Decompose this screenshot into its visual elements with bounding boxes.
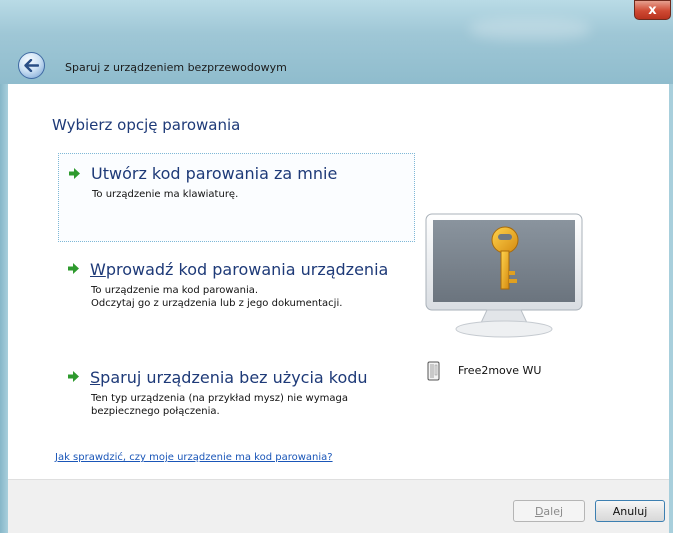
green-arrow-icon	[68, 371, 79, 382]
option-enter-code[interactable]: Wprowadź kod parowania urządzenia To urz…	[58, 256, 415, 320]
device-icon	[427, 361, 440, 381]
back-arrow-icon	[24, 59, 39, 72]
window-frame-left	[0, 84, 8, 533]
close-button[interactable]: x	[634, 0, 671, 20]
option-enter-code-desc-2: Odczytaj go z urządzenia lub z jego doku…	[91, 298, 343, 309]
option-pair-no-code-title: Sparuj urządzenia bez użycia kodu	[90, 368, 368, 387]
next-accesskey: D	[534, 504, 544, 518]
option-create-code-desc: To urządzenie ma klawiaturę.	[92, 189, 239, 200]
help-link[interactable]: Jak sprawdzić, czy moje urządzenie ma ko…	[55, 452, 333, 463]
option-pair-no-code-desc-2: bezpiecznego połączenia.	[91, 406, 220, 417]
option-pair-no-code-desc-1: Ten typ urządzenia (na przykład mysz) ni…	[91, 393, 348, 404]
option-enter-code-title: Wprowadź kod parowania urządzenia	[90, 260, 388, 279]
window-title: Sparuj z urządzeniem bezprzewodowym	[65, 61, 287, 74]
monitor-key-illustration	[425, 213, 583, 338]
option-create-code-title: Utwórz kod parowania za mnie	[91, 164, 338, 183]
close-icon: x	[648, 2, 657, 18]
option-enter-code-title-rest: prowadź kod parowania urządzenia	[105, 260, 389, 279]
green-arrow-icon	[68, 263, 79, 274]
next-button[interactable]: Dalej	[513, 500, 585, 522]
option-pair-no-code-title-rest: paruj urządzenia bez użycia kodu	[100, 368, 368, 387]
cancel-button[interactable]: Anuluj	[595, 500, 665, 522]
green-arrow-icon	[69, 168, 80, 179]
option-enter-code-accesskey: W	[90, 260, 106, 279]
option-pair-no-code-accesskey: S	[90, 368, 101, 387]
option-pair-no-code[interactable]: Sparuj urządzenia bez użycia kodu Ten ty…	[58, 364, 415, 428]
option-enter-code-desc-1: To urządzenie ma kod parowania.	[91, 285, 259, 296]
option-create-code[interactable]: Utwórz kod parowania za mnie To urządzen…	[58, 153, 415, 242]
device-name: Free2move WU	[458, 364, 542, 377]
back-button[interactable]	[18, 52, 45, 79]
next-label-rest: alej	[543, 504, 564, 518]
page-heading: Wybierz opcję parowania	[52, 116, 241, 134]
window-frame-right	[669, 84, 673, 533]
title-bar-glow	[470, 18, 590, 40]
